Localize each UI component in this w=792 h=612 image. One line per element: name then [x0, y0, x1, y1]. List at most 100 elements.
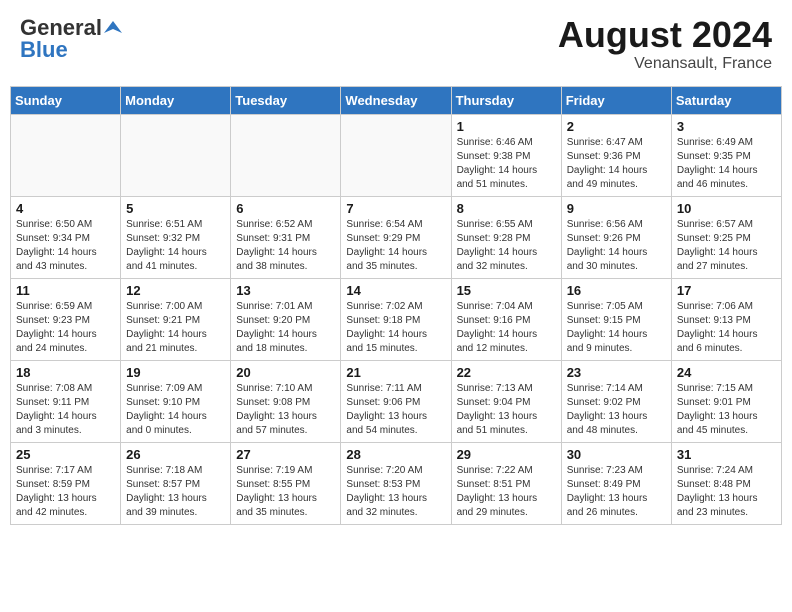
- day-number: 17: [677, 283, 776, 298]
- day-info: Sunrise: 7:01 AM Sunset: 9:20 PM Dayligh…: [236, 300, 335, 356]
- title-block: August 2024 Venansault, France: [558, 15, 772, 73]
- calendar-week-row: 18 Sunrise: 7:08 AM Sunset: 9:11 PM Dayli…: [11, 360, 782, 442]
- day-info: Sunrise: 7:22 AM Sunset: 8:51 PM Dayligh…: [457, 464, 556, 520]
- calendar-cell: 2Sunrise: 6:47 AM Sunset: 9:36 PM Daylig…: [561, 114, 671, 196]
- calendar-week-row: 1 Sunrise: 6:46 AM Sunset: 9:38 PM Daylig…: [11, 114, 782, 196]
- day-info: Sunrise: 7:11 AM Sunset: 9:06 PM Dayligh…: [346, 382, 445, 438]
- calendar-cell: [11, 114, 121, 196]
- calendar-cell: 1 Sunrise: 6:46 AM Sunset: 9:38 PM Daylig…: [451, 114, 561, 196]
- day-info: Sunrise: 7:08 AM Sunset: 9:11 PM Dayligh…: [16, 382, 115, 438]
- day-number: 20: [236, 365, 335, 380]
- day-number: 16: [567, 283, 666, 298]
- day-number: 4: [16, 201, 115, 216]
- day-info: Sunrise: 7:20 AM Sunset: 8:53 PM Dayligh…: [346, 464, 445, 520]
- day-number: 2: [567, 119, 666, 134]
- day-number: 21: [346, 365, 445, 380]
- calendar-cell: 14Sunrise: 7:02 AM Sunset: 9:18 PM Dayli…: [341, 278, 451, 360]
- calendar-cell: [231, 114, 341, 196]
- logo: General Blue: [20, 15, 122, 63]
- day-info: Sunrise: 7:17 AM Sunset: 8:59 PM Dayligh…: [16, 464, 115, 520]
- calendar-cell: 4Sunrise: 6:50 AM Sunset: 9:34 PM Daylig…: [11, 196, 121, 278]
- day-number: 24: [677, 365, 776, 380]
- day-number: 6: [236, 201, 335, 216]
- calendar-cell: 3 Sunrise: 6:49 AM Sunset: 9:35 PM Daylig…: [671, 114, 781, 196]
- calendar-week-row: 4Sunrise: 6:50 AM Sunset: 9:34 PM Daylig…: [11, 196, 782, 278]
- day-info: Sunrise: 6:56 AM Sunset: 9:26 PM Dayligh…: [567, 218, 666, 274]
- calendar-cell: 17 Sunrise: 7:06 AM Sunset: 9:13 PM Dayli…: [671, 278, 781, 360]
- weekday-header-monday: Monday: [121, 86, 231, 114]
- day-number: 3: [677, 119, 776, 134]
- day-number: 22: [457, 365, 556, 380]
- calendar-cell: 25 Sunrise: 7:17 AM Sunset: 8:59 PM Dayli…: [11, 442, 121, 524]
- day-info: Sunrise: 7:23 AM Sunset: 8:49 PM Dayligh…: [567, 464, 666, 520]
- day-number: 27: [236, 447, 335, 462]
- day-info: Sunrise: 6:54 AM Sunset: 9:29 PM Dayligh…: [346, 218, 445, 274]
- logo-bird-icon: [104, 19, 122, 37]
- day-number: 13: [236, 283, 335, 298]
- calendar-cell: 9 Sunrise: 6:56 AM Sunset: 9:26 PM Daylig…: [561, 196, 671, 278]
- calendar-cell: 11Sunrise: 6:59 AM Sunset: 9:23 PM Dayli…: [11, 278, 121, 360]
- day-number: 9: [567, 201, 666, 216]
- day-info: Sunrise: 7:10 AM Sunset: 9:08 PM Dayligh…: [236, 382, 335, 438]
- calendar-cell: 21 Sunrise: 7:11 AM Sunset: 9:06 PM Dayli…: [341, 360, 451, 442]
- calendar-cell: 27Sunrise: 7:19 AM Sunset: 8:55 PM Dayli…: [231, 442, 341, 524]
- calendar-cell: 13 Sunrise: 7:01 AM Sunset: 9:20 PM Dayli…: [231, 278, 341, 360]
- weekday-header-sunday: Sunday: [11, 86, 121, 114]
- calendar-cell: 12Sunrise: 7:00 AM Sunset: 9:21 PM Dayli…: [121, 278, 231, 360]
- page-header: General Blue August 2024 Venansault, Fra…: [10, 10, 782, 78]
- day-info: Sunrise: 6:46 AM Sunset: 9:38 PM Dayligh…: [457, 136, 556, 192]
- calendar-week-row: 11Sunrise: 6:59 AM Sunset: 9:23 PM Dayli…: [11, 278, 782, 360]
- day-info: Sunrise: 7:02 AM Sunset: 9:18 PM Dayligh…: [346, 300, 445, 356]
- calendar-cell: 18 Sunrise: 7:08 AM Sunset: 9:11 PM Dayli…: [11, 360, 121, 442]
- day-number: 30: [567, 447, 666, 462]
- calendar-cell: 15 Sunrise: 7:04 AM Sunset: 9:16 PM Dayli…: [451, 278, 561, 360]
- calendar-cell: 30 Sunrise: 7:23 AM Sunset: 8:49 PM Dayli…: [561, 442, 671, 524]
- calendar-cell: 23 Sunrise: 7:14 AM Sunset: 9:02 PM Dayli…: [561, 360, 671, 442]
- day-info: Sunrise: 7:15 AM Sunset: 9:01 PM Dayligh…: [677, 382, 776, 438]
- day-number: 11: [16, 283, 115, 298]
- calendar-cell: 16 Sunrise: 7:05 AM Sunset: 9:15 PM Dayli…: [561, 278, 671, 360]
- day-info: Sunrise: 7:06 AM Sunset: 9:13 PM Dayligh…: [677, 300, 776, 356]
- weekday-header-saturday: Saturday: [671, 86, 781, 114]
- day-info: Sunrise: 7:14 AM Sunset: 9:02 PM Dayligh…: [567, 382, 666, 438]
- day-info: Sunrise: 6:57 AM Sunset: 9:25 PM Dayligh…: [677, 218, 776, 274]
- calendar-cell: 29 Sunrise: 7:22 AM Sunset: 8:51 PM Dayli…: [451, 442, 561, 524]
- day-info: Sunrise: 7:05 AM Sunset: 9:15 PM Dayligh…: [567, 300, 666, 356]
- weekday-header-row: SundayMondayTuesdayWednesdayThursdayFrid…: [11, 86, 782, 114]
- calendar-week-row: 25 Sunrise: 7:17 AM Sunset: 8:59 PM Dayli…: [11, 442, 782, 524]
- day-info: Sunrise: 7:00 AM Sunset: 9:21 PM Dayligh…: [126, 300, 225, 356]
- day-number: 1: [457, 119, 556, 134]
- day-info: Sunrise: 7:04 AM Sunset: 9:16 PM Dayligh…: [457, 300, 556, 356]
- day-number: 18: [16, 365, 115, 380]
- day-number: 10: [677, 201, 776, 216]
- calendar-cell: 31Sunrise: 7:24 AM Sunset: 8:48 PM Dayli…: [671, 442, 781, 524]
- month-year-title: August 2024: [558, 15, 772, 55]
- calendar-cell: 26Sunrise: 7:18 AM Sunset: 8:57 PM Dayli…: [121, 442, 231, 524]
- weekday-header-thursday: Thursday: [451, 86, 561, 114]
- calendar-cell: 28 Sunrise: 7:20 AM Sunset: 8:53 PM Dayli…: [341, 442, 451, 524]
- day-number: 29: [457, 447, 556, 462]
- day-number: 15: [457, 283, 556, 298]
- day-number: 5: [126, 201, 225, 216]
- day-number: 8: [457, 201, 556, 216]
- day-info: Sunrise: 6:55 AM Sunset: 9:28 PM Dayligh…: [457, 218, 556, 274]
- calendar-cell: 6 Sunrise: 6:52 AM Sunset: 9:31 PM Daylig…: [231, 196, 341, 278]
- day-info: Sunrise: 6:49 AM Sunset: 9:35 PM Dayligh…: [677, 136, 776, 192]
- logo-blue: Blue: [20, 37, 68, 63]
- day-info: Sunrise: 6:51 AM Sunset: 9:32 PM Dayligh…: [126, 218, 225, 274]
- weekday-header-tuesday: Tuesday: [231, 86, 341, 114]
- day-number: 25: [16, 447, 115, 462]
- weekday-header-friday: Friday: [561, 86, 671, 114]
- weekday-header-wednesday: Wednesday: [341, 86, 451, 114]
- day-number: 28: [346, 447, 445, 462]
- calendar-cell: [341, 114, 451, 196]
- calendar-cell: [121, 114, 231, 196]
- day-info: Sunrise: 6:52 AM Sunset: 9:31 PM Dayligh…: [236, 218, 335, 274]
- day-info: Sunrise: 7:09 AM Sunset: 9:10 PM Dayligh…: [126, 382, 225, 438]
- calendar-cell: 20 Sunrise: 7:10 AM Sunset: 9:08 PM Dayli…: [231, 360, 341, 442]
- day-number: 31: [677, 447, 776, 462]
- day-number: 23: [567, 365, 666, 380]
- calendar-cell: 5 Sunrise: 6:51 AM Sunset: 9:32 PM Daylig…: [121, 196, 231, 278]
- day-number: 26: [126, 447, 225, 462]
- calendar-cell: 19Sunrise: 7:09 AM Sunset: 9:10 PM Dayli…: [121, 360, 231, 442]
